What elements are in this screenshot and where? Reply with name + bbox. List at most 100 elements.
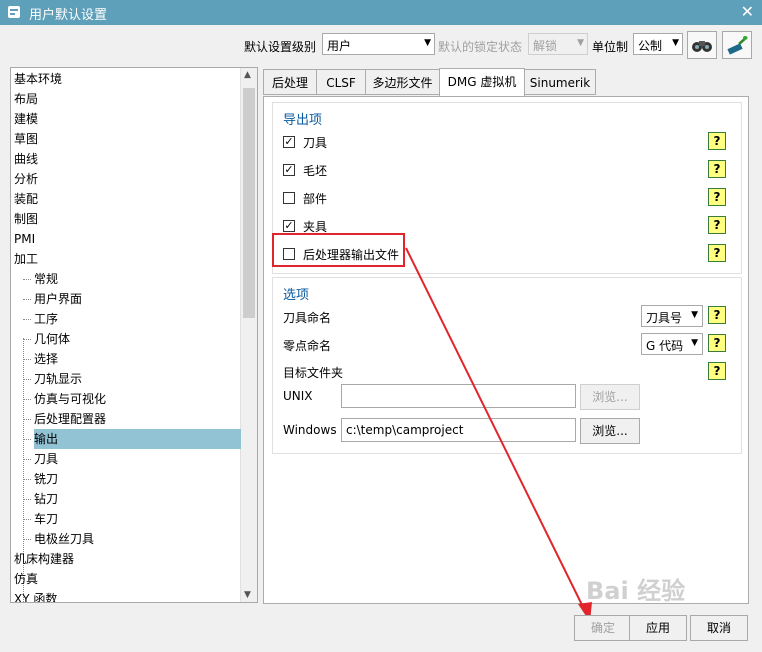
tree-item[interactable]: 布局 [14, 89, 38, 109]
checkbox[interactable]: ✓ [283, 136, 295, 148]
tree-connector [23, 339, 31, 340]
unit-label: 单位制 [592, 40, 629, 54]
tool-naming-value: 刀具号 [646, 311, 683, 325]
lock-value: 解锁 [533, 39, 558, 53]
cancel-button[interactable]: 取消 [690, 615, 748, 641]
tab-4[interactable]: Sinumerik [524, 69, 596, 95]
checkbox[interactable] [283, 248, 295, 260]
tree-scrollbar[interactable]: ▲ ▼ [240, 68, 257, 602]
tree-item[interactable]: 几何体 [34, 329, 70, 349]
tree-item[interactable]: 加工 [14, 249, 38, 269]
tree-item[interactable]: 铣刀 [34, 469, 58, 489]
watermark: Bai 经验 [586, 577, 686, 605]
options-group: 选项 刀具命名 刀具号 ▼ ? 零点命名 G 代码 ▼ ? 目标文件夹 ? UN… [272, 277, 742, 454]
tree-item[interactable]: 常规 [34, 269, 58, 289]
tool-naming-select[interactable]: 刀具号 ▼ [641, 305, 703, 327]
windows-path-input[interactable]: c:\temp\camproject [341, 418, 576, 442]
help-icon[interactable]: ? [708, 160, 726, 178]
checkbox[interactable]: ✓ [283, 220, 295, 232]
tree-item[interactable]: 电极丝刀具 [34, 529, 94, 549]
tree-connector [23, 499, 31, 500]
tree-item[interactable]: 仿真与可视化 [34, 389, 106, 409]
window-title: 用户默认设置 [29, 8, 108, 23]
chevron-down-icon: ▼ [577, 38, 584, 48]
help-icon[interactable]: ? [708, 362, 726, 380]
tab-panel: 导出项 ✓ 刀具? ✓ 毛坯? 部件? ✓ 夹具? 后处理器输出文件? 选项 刀具命名 刀具号… [263, 96, 749, 604]
wizard-button[interactable] [722, 31, 752, 59]
checkbox[interactable] [283, 192, 295, 204]
tree-connector [23, 359, 31, 360]
checkbox-label: 后处理器输出文件 [303, 248, 400, 262]
tree-item[interactable]: 车刀 [34, 509, 58, 529]
help-icon[interactable]: ? [708, 188, 726, 206]
tree-item[interactable]: 仿真 [14, 569, 38, 589]
tree-item[interactable]: XY 函数 [14, 589, 57, 602]
tab-1[interactable]: CLSF [316, 69, 366, 95]
tree-item[interactable]: 钻刀 [34, 489, 58, 509]
level-value: 用户 [327, 39, 352, 53]
tree-connector [23, 399, 31, 400]
tree-item[interactable]: 装配 [14, 189, 38, 209]
close-icon[interactable]: ✕ [741, 2, 754, 21]
tree-item[interactable]: 建模 [14, 109, 38, 129]
tree-item[interactable]: 机床构建器 [14, 549, 74, 569]
windows-browse-button[interactable]: 浏览... [580, 418, 640, 444]
tree-item[interactable]: 用户界面 [34, 289, 82, 309]
chevron-down-icon: ▼ [691, 338, 698, 348]
scroll-thumb[interactable] [243, 88, 255, 318]
tree-item[interactable]: 输出 [34, 429, 241, 449]
checkbox-label: 毛坯 [303, 164, 328, 178]
tree-item[interactable]: 工序 [34, 309, 58, 329]
tab-2[interactable]: 多边形文件 [365, 69, 440, 95]
lock-select: 解锁 ▼ [528, 33, 588, 55]
chevron-down-icon: ▼ [672, 38, 679, 48]
help-icon[interactable]: ? [708, 306, 726, 324]
help-icon[interactable]: ? [708, 334, 726, 352]
ok-button[interactable]: 确定 [574, 615, 632, 641]
find-button[interactable] [687, 31, 717, 59]
zero-naming-select[interactable]: G 代码 ▼ [641, 333, 703, 355]
checkbox-label: 夹具 [303, 220, 328, 234]
checkbox-label: 刀具 [303, 136, 328, 150]
zero-naming-value: G 代码 [646, 339, 684, 353]
tree-connector [23, 539, 31, 540]
tree-connector [23, 379, 31, 380]
unix-label: UNIX [283, 389, 313, 403]
apply-button[interactable]: 应用 [629, 615, 687, 641]
help-icon[interactable]: ? [708, 216, 726, 234]
tree-connector [23, 279, 31, 280]
unit-value: 公制 [638, 39, 663, 53]
checkbox[interactable]: ✓ [283, 164, 295, 176]
tab-0[interactable]: 后处理 [263, 69, 317, 95]
tree-item[interactable]: PMI [14, 229, 35, 249]
binoculars-icon [692, 41, 712, 52]
scroll-up-icon[interactable]: ▲ [244, 70, 251, 80]
chevron-down-icon: ▼ [691, 310, 698, 320]
tree-item[interactable]: 选择 [34, 349, 58, 369]
wand-icon [727, 36, 748, 55]
unit-select[interactable]: 公制 ▼ [633, 33, 683, 55]
tree-item[interactable]: 刀具 [34, 449, 58, 469]
tab-3[interactable]: DMG 虚拟机 [439, 68, 525, 97]
options-group-title: 选项 [283, 288, 310, 303]
export-group: 导出项 ✓ 刀具? ✓ 毛坯? 部件? ✓ 夹具? 后处理器输出文件? [272, 102, 742, 274]
tree-item[interactable]: 刀轨显示 [34, 369, 82, 389]
scroll-down-icon[interactable]: ▼ [244, 590, 251, 600]
tree-connector [23, 419, 31, 420]
tree-item[interactable]: 分析 [14, 169, 38, 189]
tree-connector [23, 299, 31, 300]
zero-naming-label: 零点命名 [283, 339, 332, 353]
title-bar: 用户默认设置 ✕ [0, 0, 762, 25]
target-folder-label: 目标文件夹 [283, 366, 344, 380]
tree-item[interactable]: 后处理配置器 [34, 409, 106, 429]
toolbar: 默认设置级别 用户 ▼ 默认的锁定状态 解锁 ▼ 单位制 公制 ▼ [0, 31, 762, 63]
app-icon [8, 6, 20, 18]
help-icon[interactable]: ? [708, 132, 726, 150]
level-select[interactable]: 用户 ▼ [322, 33, 435, 55]
tree-item[interactable]: 基本环境 [14, 69, 62, 89]
unix-path-input[interactable] [341, 384, 576, 408]
tree-item[interactable]: 制图 [14, 209, 38, 229]
help-icon[interactable]: ? [708, 244, 726, 262]
tree-item[interactable]: 曲线 [14, 149, 38, 169]
tree-item[interactable]: 草图 [14, 129, 38, 149]
